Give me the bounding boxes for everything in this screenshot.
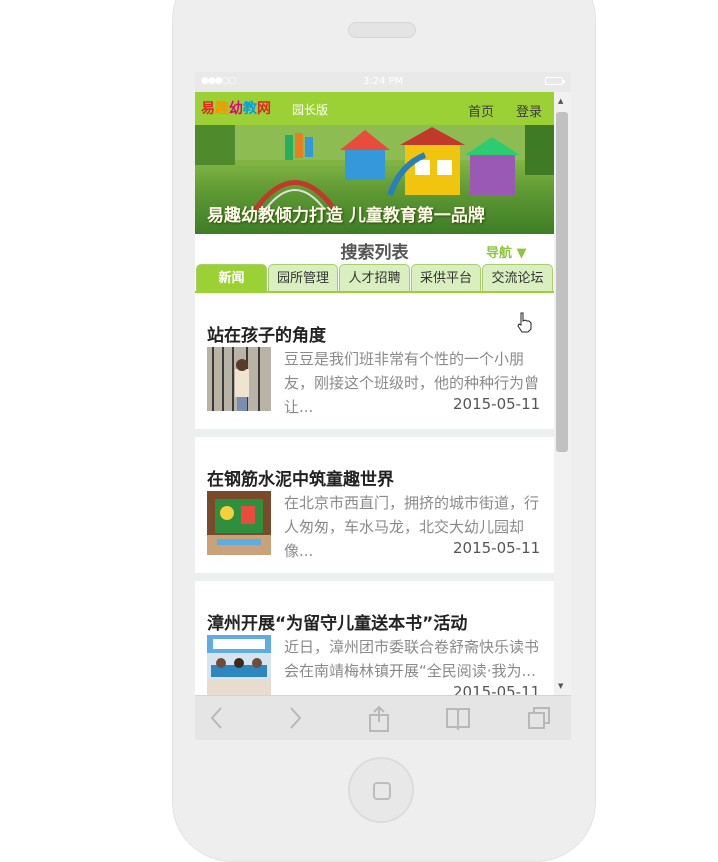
hand-cursor-icon	[517, 312, 532, 333]
tab-procurement[interactable]: 采供平台	[411, 264, 481, 292]
logo-char: 教	[243, 101, 257, 117]
tab-kindergarten-management[interactable]: 园所管理	[268, 264, 338, 292]
bookmarks-icon[interactable]	[445, 706, 471, 730]
logo-char: 易	[201, 101, 215, 117]
logo-char: 幼	[229, 101, 243, 117]
login-link[interactable]: 登录	[516, 101, 542, 120]
article-title[interactable]: 漳州开展“为留守儿童送本书”活动	[207, 609, 467, 634]
scroll-up-arrow-icon[interactable]: ▲	[558, 97, 563, 105]
logo-char: 网	[257, 101, 271, 117]
banner-image[interactable]: 易趣幼教倾力打造 儿童教育第一品牌	[195, 125, 554, 234]
home-button[interactable]	[348, 757, 414, 823]
scrollbar-thumb[interactable]	[556, 112, 568, 452]
article-title[interactable]: 站在孩子的角度	[207, 321, 326, 346]
home-link[interactable]: 首页	[468, 101, 494, 120]
article-thumbnail[interactable]	[207, 635, 271, 695]
site-logo[interactable]: 易趣幼教网	[201, 98, 271, 120]
logo-char: 趣	[215, 101, 229, 117]
site-header: 易趣幼教网 园长版 首页 登录	[195, 92, 554, 125]
article-item[interactable]: 漳州开展“为留守儿童送本书”活动 近日，漳州团市委联合卷舒斋快乐读书会在南靖梅林…	[195, 581, 554, 695]
tab-news[interactable]: 新闻	[196, 264, 267, 292]
status-time: 3:24 PM	[362, 76, 404, 87]
article-title[interactable]: 在钢筋水泥中筑童趣世界	[207, 465, 394, 490]
banner-caption: 易趣幼教倾力打造 儿童教育第一品牌	[207, 206, 485, 226]
article-date: 2015-05-11	[449, 683, 541, 695]
article-thumbnail[interactable]	[207, 491, 271, 555]
edition-label: 园长版	[292, 103, 329, 117]
tabs-icon[interactable]	[527, 706, 551, 730]
home-square-icon	[373, 782, 391, 800]
status-bar: ●●●○○ 3:24 PM	[195, 72, 571, 92]
article-thumbnail[interactable]	[207, 347, 271, 411]
share-icon[interactable]	[367, 706, 391, 732]
scroll-down-arrow-icon[interactable]: ▼	[558, 682, 563, 690]
tab-recruitment[interactable]: 人才招聘	[339, 264, 410, 292]
article-item[interactable]: 站在孩子的角度 豆豆是我们班非常有个性的一个小朋友，刚接这个班级时，他的种种行为…	[195, 293, 554, 429]
back-icon[interactable]	[209, 706, 225, 730]
forward-icon[interactable]	[288, 706, 304, 730]
category-tabs: 新闻 园所管理 人才招聘 采供平台 交流论坛	[195, 264, 554, 292]
tab-forum[interactable]: 交流论坛	[482, 264, 553, 292]
browser-toolbar	[195, 695, 571, 740]
article-list: 站在孩子的角度 豆豆是我们班非常有个性的一个小朋友，刚接这个班级时，他的种种行为…	[195, 293, 554, 695]
article-summary: 近日，漳州团市委联合卷舒斋快乐读书会在南靖梅林镇开展“全民阅读·我为...	[284, 638, 540, 680]
phone-screen: ●●●○○ 3:24 PM 易趣幼教网 园长版 首页 登录 易趣幼教倾力打造 儿…	[195, 72, 571, 740]
phone-speaker	[348, 22, 416, 38]
article-item[interactable]: 在钢筋水泥中筑童趣世界 在北京市西直门，拥挤的城市街道，行人匆匆，车水马龙，北交…	[195, 437, 554, 573]
battery-icon	[545, 77, 565, 85]
nav-dropdown-toggle[interactable]: 导航 ▼	[486, 242, 527, 261]
article-date: 2015-05-11	[449, 539, 541, 557]
article-date: 2015-05-11	[449, 395, 541, 413]
